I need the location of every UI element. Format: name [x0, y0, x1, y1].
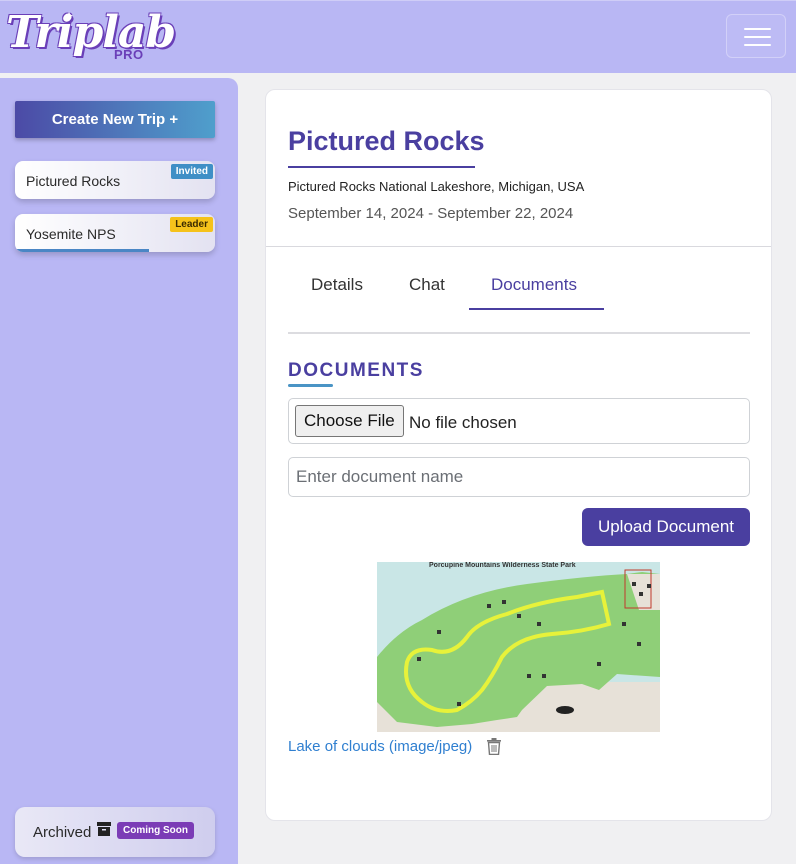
archived-button[interactable]: Archived Coming Soon: [15, 807, 215, 857]
page-background: [262, 821, 796, 864]
trip-dates: September 14, 2024 - September 22, 2024: [288, 205, 574, 222]
title-underline: [288, 166, 475, 168]
triplab-logo[interactable]: Triplab ✦ PRO: [6, 7, 176, 65]
logo-text: Triplab: [6, 7, 176, 58]
divider: [266, 246, 771, 247]
trip-name: Yosemite NPS: [26, 226, 116, 242]
heading-accent: [288, 384, 333, 387]
page-title: Pictured Rocks: [288, 126, 485, 156]
invited-badge: Invited: [170, 164, 213, 179]
map-image: [377, 562, 660, 732]
logo-pro-label: PRO: [114, 47, 144, 62]
menu-bar: [744, 44, 771, 46]
trip-progress-bar: [15, 249, 149, 252]
active-tab-indicator: [469, 308, 604, 310]
top-navbar: Triplab ✦ PRO: [0, 0, 796, 73]
file-input[interactable]: Choose File No file chosen: [288, 398, 750, 444]
choose-file-button[interactable]: Choose File: [295, 405, 404, 437]
document-thumbnail-map[interactable]: Porcupine Mountains Wilderness State Par…: [377, 562, 660, 732]
trip-name: Pictured Rocks: [26, 173, 121, 189]
sidebar: Create New Trip + Pictured Rocks Invited…: [0, 78, 238, 864]
tab-details[interactable]: Details: [311, 275, 363, 295]
tab-chat[interactable]: Chat: [409, 275, 445, 295]
tabs-divider: [288, 332, 750, 334]
menu-bar: [744, 28, 771, 30]
trip-location: Pictured Rocks National Lakeshore, Michi…: [288, 179, 585, 194]
archive-box-icon: [97, 822, 111, 836]
create-new-trip-button[interactable]: Create New Trip +: [15, 101, 215, 138]
sparkle-icon: ✦: [64, 9, 75, 23]
document-link[interactable]: Lake of clouds (image/jpeg): [288, 738, 472, 755]
trash-icon[interactable]: [487, 738, 501, 755]
hamburger-menu-icon[interactable]: [726, 14, 786, 58]
sidebar-trip-yosemite[interactable]: Yosemite NPS Leader: [15, 214, 215, 252]
tab-documents[interactable]: Documents: [491, 275, 577, 295]
archived-label: Archived: [33, 824, 92, 841]
coming-soon-badge: Coming Soon: [117, 822, 194, 839]
document-name-input[interactable]: [288, 457, 750, 497]
trip-detail-card: Pictured Rocks Pictured Rocks National L…: [265, 89, 772, 821]
menu-bar: [744, 36, 771, 38]
sidebar-trip-pictured-rocks[interactable]: Pictured Rocks Invited: [15, 161, 215, 199]
documents-heading: DOCUMENTS: [288, 360, 424, 381]
no-file-chosen-text: No file chosen: [409, 413, 517, 432]
leader-badge: Leader: [170, 217, 213, 232]
map-caption: Porcupine Mountains Wilderness State Par…: [429, 562, 576, 569]
upload-document-button[interactable]: Upload Document: [582, 508, 750, 546]
